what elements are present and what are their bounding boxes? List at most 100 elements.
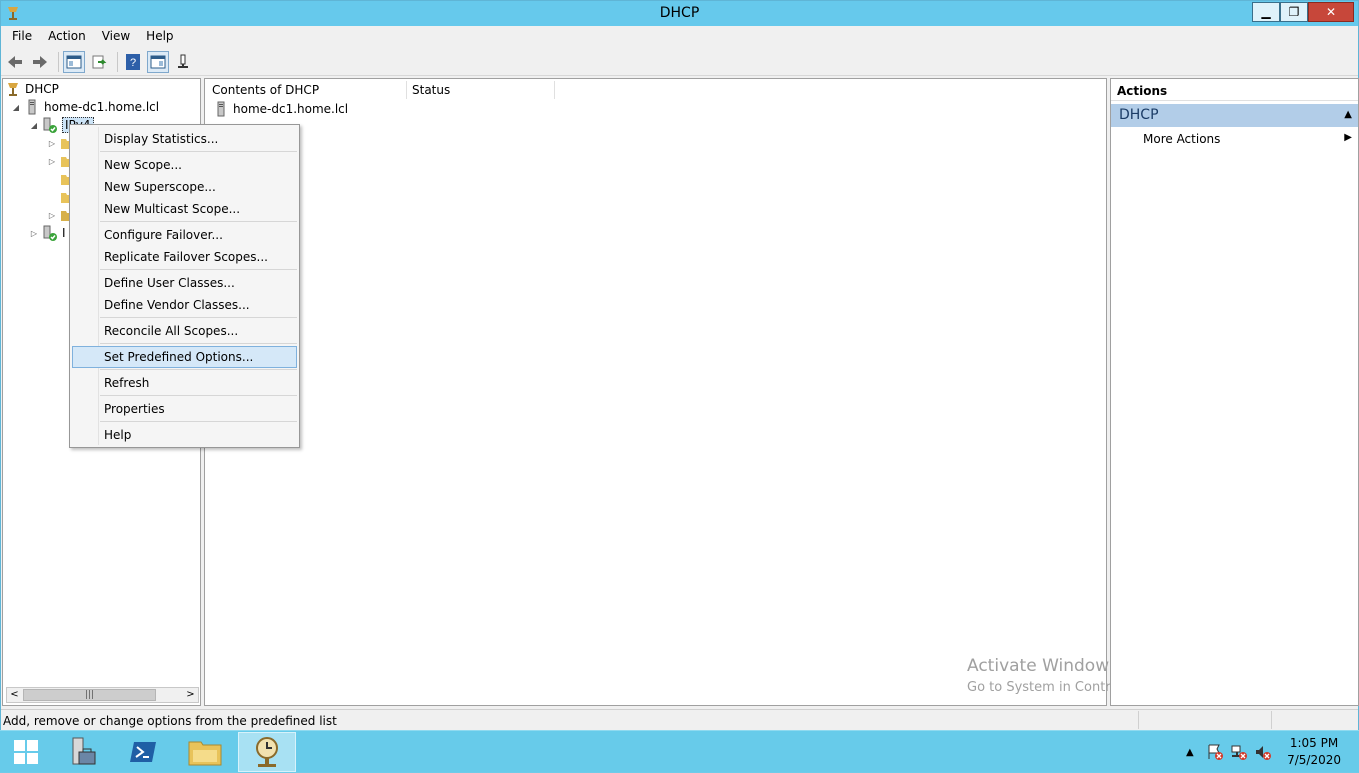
- actions-pane: Actions DHCP ▲ More Actions ▶: [1110, 78, 1359, 706]
- collapse-arrow-icon[interactable]: ◢: [11, 103, 21, 112]
- context-menu: Display Statistics... New Scope... New S…: [69, 124, 300, 448]
- dhcp-app-icon: [256, 737, 278, 767]
- menu-help[interactable]: Help: [138, 26, 181, 48]
- forward-arrow-icon: [33, 55, 47, 68]
- scrollbar-thumb[interactable]: |||: [23, 689, 156, 701]
- export-list-button[interactable]: [88, 51, 110, 73]
- menu-separator: [100, 343, 297, 344]
- expand-arrow-icon[interactable]: ▷: [29, 229, 39, 238]
- taskbar-clock[interactable]: 1:05 PM 7/5/2020: [1287, 735, 1341, 769]
- menu-separator: [100, 151, 297, 152]
- title-bar[interactable]: DHCP ▁ ❐ ✕: [1, 1, 1358, 26]
- close-button[interactable]: ✕: [1308, 2, 1354, 22]
- collapse-up-icon[interactable]: ▲: [1344, 109, 1352, 120]
- export-list-icon: [92, 55, 107, 68]
- network-icon[interactable]: [1230, 743, 1248, 761]
- menu-bar: File Action View Help: [1, 26, 1358, 48]
- menu-item-properties[interactable]: Properties: [72, 398, 297, 420]
- tree-node-dhcp[interactable]: DHCP: [5, 80, 59, 98]
- forward-button[interactable]: [29, 51, 51, 73]
- menu-item-new-scope[interactable]: New Scope...: [72, 154, 297, 176]
- dhcp-taskbar-button[interactable]: [238, 732, 296, 772]
- folder-icon: [188, 741, 222, 766]
- taskbar: ▲ 1:05 PM 7/5/2020: [0, 730, 1359, 772]
- menu-separator: [100, 421, 297, 422]
- expand-arrow-icon[interactable]: ▷: [47, 157, 57, 166]
- svg-text:?: ?: [130, 57, 136, 69]
- menu-item-define-vendor-classes[interactable]: Define Vendor Classes...: [72, 294, 297, 316]
- expand-arrow-icon[interactable]: ▷: [47, 139, 57, 148]
- show-action-pane-button[interactable]: [147, 50, 169, 73]
- actions-header: Actions: [1111, 79, 1358, 101]
- file-explorer-button[interactable]: [179, 732, 231, 772]
- back-button[interactable]: [4, 51, 26, 73]
- restore-icon: ❐: [1288, 5, 1300, 19]
- action-pane-icon: [150, 55, 166, 68]
- toolbar-separator: [58, 51, 59, 72]
- actions-section-dhcp[interactable]: DHCP ▲: [1111, 104, 1358, 127]
- menu-separator: [100, 395, 297, 396]
- menu-item-replicate-failover-scopes[interactable]: Replicate Failover Scopes...: [72, 246, 297, 268]
- help-icon: ?: [126, 53, 140, 70]
- menu-item-configure-failover[interactable]: Configure Failover...: [72, 224, 297, 246]
- action-center-flag-icon[interactable]: [1206, 743, 1224, 761]
- server-icon: [28, 99, 36, 115]
- close-icon: ✕: [1325, 5, 1337, 19]
- tree-node-label: home-dc1.home.lcl: [44, 100, 160, 114]
- tree-horizontal-scrollbar[interactable]: < ||| >: [6, 687, 199, 703]
- server-tool-button[interactable]: [172, 51, 194, 73]
- scroll-right-button[interactable]: >: [183, 688, 198, 702]
- menu-separator: [100, 369, 297, 370]
- status-divider: [1271, 711, 1272, 729]
- show-hide-tree-button[interactable]: [63, 50, 85, 73]
- menu-item-set-predefined-options[interactable]: Set Predefined Options...: [72, 346, 297, 368]
- start-button[interactable]: [0, 732, 52, 772]
- tree-node-ipv6[interactable]: ▷ I: [29, 224, 66, 242]
- column-header-status[interactable]: Status: [407, 81, 555, 99]
- tree-node-label: DHCP: [25, 82, 59, 96]
- tree-node-label: I: [62, 226, 66, 240]
- expand-arrow-icon[interactable]: ▷: [47, 211, 57, 220]
- menu-item-help[interactable]: Help: [72, 424, 297, 446]
- collapse-arrow-icon[interactable]: ◢: [29, 121, 39, 130]
- submenu-arrow-icon: ▶: [1344, 132, 1352, 143]
- volume-icon[interactable]: [1254, 743, 1272, 761]
- restore-button[interactable]: ❐: [1280, 2, 1308, 22]
- menu-item-display-statistics[interactable]: Display Statistics...: [72, 128, 297, 150]
- status-bar: Add, remove or change options from the p…: [1, 709, 1358, 730]
- menu-file[interactable]: File: [4, 26, 40, 48]
- menu-item-reconcile-all-scopes[interactable]: Reconcile All Scopes...: [72, 320, 297, 342]
- clock-date: 7/5/2020: [1287, 753, 1341, 767]
- column-header-contents[interactable]: Contents of DHCP: [207, 81, 407, 99]
- menu-action[interactable]: Action: [40, 26, 94, 48]
- activation-watermark-title: Activate Windows: [967, 656, 1118, 676]
- chevron-right-icon: >: [186, 689, 195, 700]
- menu-item-new-superscope[interactable]: New Superscope...: [72, 176, 297, 198]
- menu-item-define-user-classes[interactable]: Define User Classes...: [72, 272, 297, 294]
- menu-separator: [100, 317, 297, 318]
- menu-item-refresh[interactable]: Refresh: [72, 372, 297, 394]
- console-tree-icon: [66, 55, 82, 68]
- back-arrow-icon: [8, 55, 22, 68]
- chevron-left-icon: <: [10, 689, 19, 700]
- minimize-button[interactable]: ▁: [1252, 2, 1280, 22]
- show-hidden-icons-icon[interactable]: ▲: [1186, 747, 1194, 758]
- scroll-left-button[interactable]: <: [7, 688, 22, 702]
- grip-icon: |||: [84, 690, 95, 700]
- results-pane[interactable]: Contents of DHCP Status home-dc1.home.lc…: [204, 78, 1107, 706]
- windows-logo-icon: [14, 740, 38, 764]
- minimize-icon: ▁: [1261, 5, 1271, 19]
- status-text: Add, remove or change options from the p…: [3, 714, 337, 728]
- list-item[interactable]: home-dc1.home.lcl: [213, 101, 348, 117]
- menu-view[interactable]: View: [94, 26, 138, 48]
- menu-item-new-multicast-scope[interactable]: New Multicast Scope...: [72, 198, 297, 220]
- powershell-button[interactable]: [117, 732, 169, 772]
- server-icon: [217, 101, 225, 117]
- menu-separator: [100, 221, 297, 222]
- status-divider: [1138, 711, 1139, 729]
- tree-node-server[interactable]: ◢ home-dc1.home.lcl: [11, 98, 159, 116]
- dhcp-window: DHCP ▁ ❐ ✕ File Action View Help ? DHCP …: [0, 0, 1359, 730]
- server-manager-button[interactable]: [55, 732, 107, 772]
- help-button[interactable]: ?: [122, 51, 144, 73]
- more-actions-link[interactable]: More Actions: [1143, 132, 1220, 146]
